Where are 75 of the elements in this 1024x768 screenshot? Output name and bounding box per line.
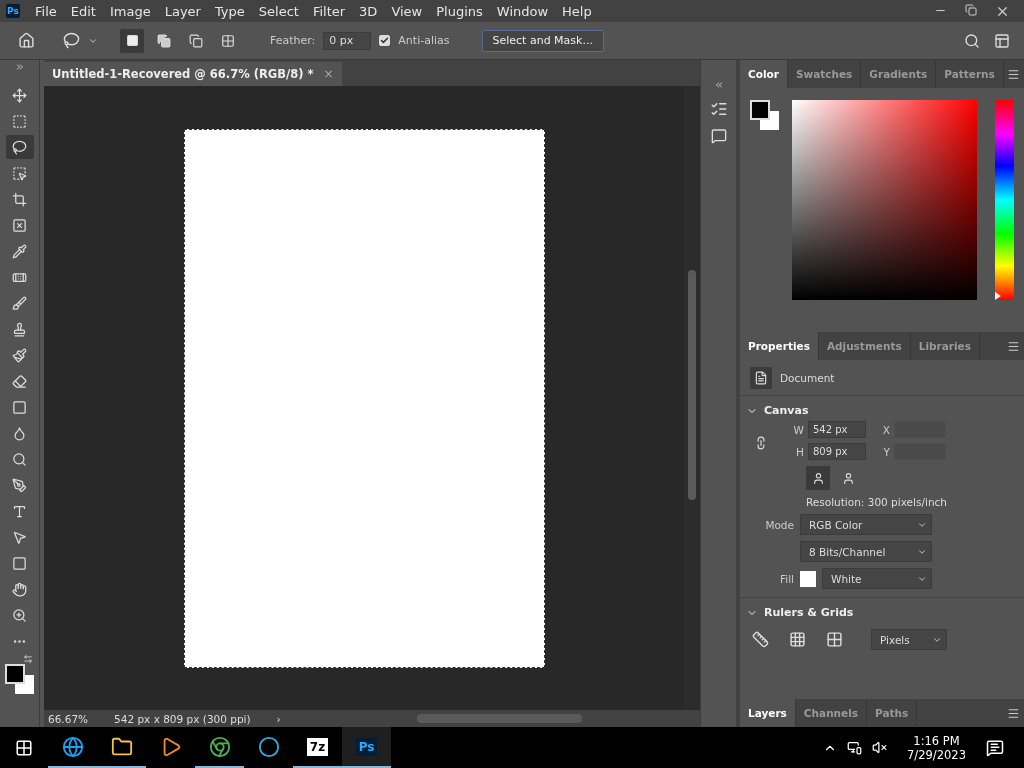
select-and-mask-button[interactable]: Select and Mask... (481, 29, 604, 52)
y-label: Y (882, 445, 890, 458)
document-icon (750, 366, 772, 389)
anti-alias-label: Anti-alias (398, 34, 450, 47)
fill-swatch[interactable] (800, 570, 816, 587)
clock-time: 1:16 PM (913, 733, 960, 748)
units-dropdown[interactable]: Pixels (871, 629, 947, 650)
fill-dropdown[interactable]: White (822, 568, 932, 589)
color-field[interactable] (791, 100, 977, 300)
panel-tab[interactable]: Properties (740, 332, 819, 360)
lasso-icon[interactable] (5, 135, 34, 159)
ruler-icon[interactable] (752, 631, 769, 648)
app-logo: Ps (6, 4, 20, 18)
height-label: H (795, 445, 804, 458)
menu-item[interactable]: Filter (305, 3, 353, 19)
new-selection-icon[interactable] (120, 28, 144, 53)
notification-icon[interactable] (986, 738, 1004, 757)
search-icon[interactable] (964, 32, 980, 49)
home-icon[interactable] (18, 32, 35, 49)
height-field[interactable]: 809 px (808, 443, 866, 460)
menu-item[interactable]: Type (207, 3, 252, 19)
panel-tab[interactable]: Adjustments (818, 332, 911, 360)
panel-tab[interactable]: Patterns (936, 60, 1004, 88)
document-label: Document (780, 371, 835, 384)
history-icon[interactable] (709, 100, 728, 118)
menu-item[interactable]: View (384, 3, 430, 19)
menu-item[interactable]: Help (555, 3, 599, 19)
resolution-text: Resolution: 300 pixels/inch (806, 496, 947, 508)
panel-tab[interactable]: Color (740, 60, 788, 88)
fill-label: Fill (778, 572, 794, 585)
workspace-icon[interactable] (994, 32, 1010, 49)
width-label: W (792, 423, 804, 436)
feather-label: Feather: (270, 34, 316, 47)
lasso-icon[interactable] (63, 32, 80, 49)
feather-field[interactable]: 0 px (323, 31, 372, 50)
vertical-scrollbar[interactable] (684, 86, 700, 710)
hue-slider-handle[interactable] (995, 292, 1001, 300)
anti-alias-checkbox[interactable] (379, 35, 391, 46)
panel-tab[interactable]: Gradients (861, 60, 937, 88)
status-arrow[interactable]: › (276, 712, 281, 725)
clock-date: 7/29/2023 (907, 747, 966, 762)
x-label: X (881, 423, 890, 436)
document-tab[interactable]: Untitled-1-Recovered @ 66.7% (RGB/8) * × (44, 62, 342, 86)
hue-slider[interactable] (995, 100, 1014, 300)
mode-label: Mode (764, 518, 794, 531)
menu-item[interactable]: 3D (352, 3, 385, 19)
bit-depth-dropdown[interactable]: 8 Bits/Channel (800, 541, 932, 562)
menu-item[interactable]: Layer (157, 3, 208, 19)
collapse-icon[interactable] (713, 80, 724, 90)
menu-item[interactable]: Edit (63, 3, 103, 19)
photoshop-icon[interactable]: Ps (342, 727, 391, 768)
panel-tab[interactable]: Layers (740, 699, 796, 727)
section-title: Rulers & Grids (764, 606, 854, 619)
panel-tab[interactable]: Libraries (910, 332, 980, 360)
menu-item[interactable]: Plugins (429, 3, 490, 19)
comment-icon[interactable] (710, 128, 727, 144)
grid-icon[interactable] (789, 631, 806, 648)
pixel-grid-icon[interactable] (826, 631, 843, 648)
panel-tab[interactable]: Swatches (787, 60, 862, 88)
width-field[interactable]: 542 px (808, 421, 866, 438)
swap-colors-icon[interactable] (23, 654, 33, 664)
menu-item[interactable]: Window (489, 3, 556, 19)
section-title: Canvas (764, 404, 809, 417)
link-icon[interactable] (754, 435, 768, 450)
menu-item[interactable]: File (28, 3, 64, 19)
menu-item[interactable]: Image (102, 3, 158, 19)
zoom-level: 66.67% (48, 712, 89, 725)
restore-icon[interactable] (965, 3, 977, 16)
menu-item[interactable]: Select (251, 3, 306, 19)
mode-dropdown[interactable]: RGB Color (800, 514, 932, 535)
network-icon[interactable] (847, 740, 863, 755)
volume-muted-icon[interactable] (872, 740, 888, 755)
portrait-icon[interactable] (806, 466, 830, 490)
expand-icon[interactable] (14, 62, 25, 72)
document-info: 542 px x 809 px (300 ppi) (114, 712, 251, 725)
